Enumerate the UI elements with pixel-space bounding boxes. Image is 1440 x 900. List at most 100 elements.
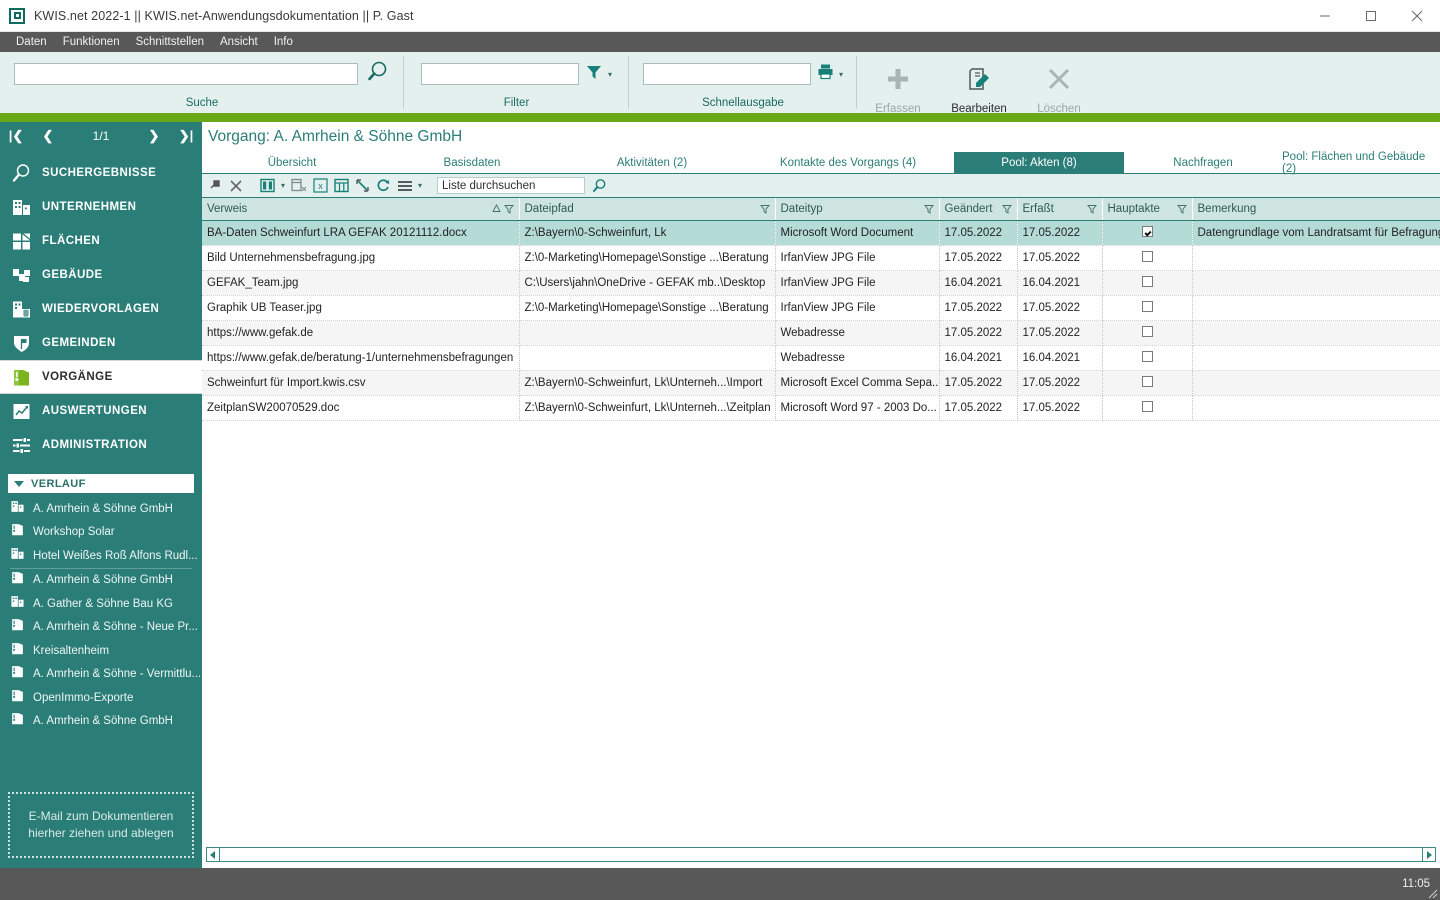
table-row[interactable]: https://www.gefak.de/beratung-1/unterneh… xyxy=(202,345,1440,371)
sidebar-item-vorgaenge[interactable]: VORGÄNGE xyxy=(0,360,202,394)
tab-kontakte-des-vorgangs[interactable]: Kontakte des Vorgangs (4) xyxy=(742,152,954,174)
horizontal-scrollbar[interactable] xyxy=(206,847,1436,862)
list-item[interactable]: Hotel Weißes Roß Alfons Rudl... xyxy=(0,544,202,568)
sidebar-item-flaechen[interactable]: FLÄCHEN xyxy=(0,224,202,258)
table-row[interactable]: GEFAK_Team.jpg C:\Users\jahn\OneDrive - … xyxy=(202,270,1440,296)
filter-funnel-icon[interactable] xyxy=(1176,204,1187,214)
printer-dropdown-arrow-icon[interactable]: ▾ xyxy=(839,70,843,79)
column-header-hauptakte[interactable]: Hauptakte xyxy=(1102,198,1193,221)
list-search-input[interactable]: Liste durchsuchen xyxy=(437,177,586,194)
sidebar-item-gebaeude[interactable]: GEBÄUDE xyxy=(0,258,202,292)
filter-dropdown-arrow-icon[interactable]: ▾ xyxy=(608,70,612,79)
minimize-icon[interactable] xyxy=(1302,0,1348,32)
history-header[interactable]: VERLAUF xyxy=(8,474,194,493)
list-item[interactable]: A. Amrhein & Söhne - Neue Pr... xyxy=(0,616,202,640)
column-layout-icon[interactable] xyxy=(260,178,276,193)
close-icon[interactable] xyxy=(1394,0,1440,32)
sort-asc-icon[interactable] xyxy=(491,204,501,213)
resize-grip-icon[interactable] xyxy=(1426,886,1438,899)
next-page-icon[interactable]: ❯ xyxy=(138,128,170,144)
list-item[interactable]: OpenImmo-Exporte xyxy=(0,686,202,710)
list-item[interactable]: A. Amrhein & Söhne GmbH xyxy=(0,710,202,734)
menu-item-info[interactable]: Info xyxy=(266,32,301,52)
hauptakte-checkbox[interactable] xyxy=(1141,326,1153,337)
tab-nachfragen[interactable]: Nachfragen xyxy=(1124,152,1282,174)
sidebar-item-administration[interactable]: ADMINISTRATION xyxy=(0,428,202,462)
filter-funnel-icon[interactable] xyxy=(759,204,770,214)
tab-uebersicht[interactable]: Übersicht xyxy=(202,152,382,174)
cell-hauptakte[interactable] xyxy=(1102,320,1193,346)
erfassen-button[interactable]: Erfassen xyxy=(857,52,939,115)
list-item[interactable]: A. Amrhein & Söhne GmbH xyxy=(0,569,202,593)
prev-page-icon[interactable]: ❮ xyxy=(32,128,64,144)
menu-list-icon[interactable] xyxy=(397,179,413,193)
tab-pool-flaechen-und-gebaeude[interactable]: Pool: Flächen und Gebäude (2) xyxy=(1282,151,1440,175)
filter-funnel-icon[interactable] xyxy=(1001,204,1012,214)
sidebar-item-unternehmen[interactable]: UNTERNEHMEN xyxy=(0,190,202,224)
refresh-icon[interactable] xyxy=(376,178,391,193)
column-header-dateityp[interactable]: Dateityp xyxy=(775,198,940,221)
menu-item-schnittstellen[interactable]: Schnittstellen xyxy=(128,32,212,52)
tab-aktivitaeten[interactable]: Aktivitäten (2) xyxy=(562,152,742,174)
magnifier-icon[interactable] xyxy=(591,178,607,194)
scroll-left-icon[interactable] xyxy=(206,847,220,862)
hauptakte-checkbox[interactable] xyxy=(1141,376,1153,387)
email-dropzone[interactable]: E-Mail zum Dokumentieren hierher ziehen … xyxy=(8,792,194,858)
filter-funnel-icon[interactable] xyxy=(1086,204,1097,214)
sidebar-item-wiedervorlagen[interactable]: WIEDERVORLAGEN xyxy=(0,292,202,326)
list-item[interactable]: A. Gather & Söhne Bau KG xyxy=(0,592,202,616)
scroll-right-icon[interactable] xyxy=(1422,847,1436,862)
tab-basisdaten[interactable]: Basisdaten xyxy=(382,152,562,174)
table-row[interactable]: https://www.gefak.de Webadresse 17.05.20… xyxy=(202,320,1440,346)
cell-hauptakte[interactable] xyxy=(1102,270,1193,296)
search-input[interactable] xyxy=(14,63,358,85)
hauptakte-checkbox[interactable] xyxy=(1141,301,1153,312)
menu-item-funktionen[interactable]: Funktionen xyxy=(55,32,128,52)
dropdown-arrow-icon[interactable]: ▾ xyxy=(281,181,285,190)
table-row[interactable]: Graphik UB Teaser.jpg Z:\0-Marketing\Hom… xyxy=(202,295,1440,321)
table-row[interactable]: Bild Unternehmensbefragung.jpg Z:\0-Mark… xyxy=(202,245,1440,271)
first-page-icon[interactable]: |❮ xyxy=(0,128,32,144)
expand-icon[interactable] xyxy=(355,178,370,193)
sidebar-item-suchergebnisse[interactable]: SUCHERGEBNISSE xyxy=(0,156,202,190)
menu-item-daten[interactable]: Daten xyxy=(8,32,55,52)
printer-icon[interactable] xyxy=(817,63,834,85)
hauptakte-checkbox[interactable] xyxy=(1141,226,1153,237)
column-header-erfasst[interactable]: Erfaßt xyxy=(1017,198,1103,221)
column-header-verweis[interactable]: Verweis xyxy=(202,198,520,221)
cell-hauptakte[interactable] xyxy=(1102,345,1193,371)
table-grid-icon[interactable] xyxy=(334,178,349,193)
pin-icon[interactable] xyxy=(208,178,223,193)
close-icon[interactable] xyxy=(229,179,243,193)
table-row[interactable]: ZeitplanSW20070529.doc Z:\Bayern\0-Schwe… xyxy=(202,395,1440,421)
scrollbar-track[interactable] xyxy=(220,847,1422,862)
hauptakte-checkbox[interactable] xyxy=(1141,351,1153,362)
list-item[interactable]: A. Amrhein & Söhne - Vermittlu... xyxy=(0,663,202,687)
remove-column-icon[interactable] xyxy=(291,178,307,193)
cell-hauptakte[interactable] xyxy=(1102,220,1193,246)
cell-hauptakte[interactable] xyxy=(1102,370,1193,396)
hauptakte-checkbox[interactable] xyxy=(1141,251,1153,262)
hauptakte-checkbox[interactable] xyxy=(1141,276,1153,287)
quickoutput-input[interactable] xyxy=(642,63,811,85)
bearbeiten-button[interactable]: Bearbeiten xyxy=(939,52,1019,115)
cell-hauptakte[interactable] xyxy=(1102,395,1193,421)
loeschen-button[interactable]: Löschen xyxy=(1019,52,1099,115)
last-page-icon[interactable]: ❯| xyxy=(170,128,202,144)
hauptakte-checkbox[interactable] xyxy=(1141,401,1153,412)
column-header-bemerkung[interactable]: Bemerkung xyxy=(1192,198,1440,221)
column-header-geaendert[interactable]: Geändert xyxy=(939,198,1018,221)
filter-funnel-icon[interactable] xyxy=(503,204,514,214)
sidebar-item-gemeinden[interactable]: GEMEINDEN xyxy=(0,326,202,360)
list-item[interactable]: A. Amrhein & Söhne GmbH xyxy=(0,497,202,521)
maximize-icon[interactable] xyxy=(1348,0,1394,32)
sidebar-item-auswertungen[interactable]: AUSWERTUNGEN xyxy=(0,394,202,428)
dropdown-arrow-icon[interactable]: ▾ xyxy=(418,181,422,190)
list-item[interactable]: Kreisaltenheim xyxy=(0,639,202,663)
menu-item-ansicht[interactable]: Ansicht xyxy=(212,32,266,52)
export-excel-icon[interactable]: x xyxy=(313,178,328,193)
table-row[interactable]: BA-Daten Schweinfurt LRA GEFAK 20121112.… xyxy=(202,220,1440,246)
funnel-icon[interactable] xyxy=(585,63,603,86)
tab-pool-akten[interactable]: Pool: Akten (8) xyxy=(954,152,1124,174)
column-header-dateipfad[interactable]: Dateipfad xyxy=(519,198,776,221)
